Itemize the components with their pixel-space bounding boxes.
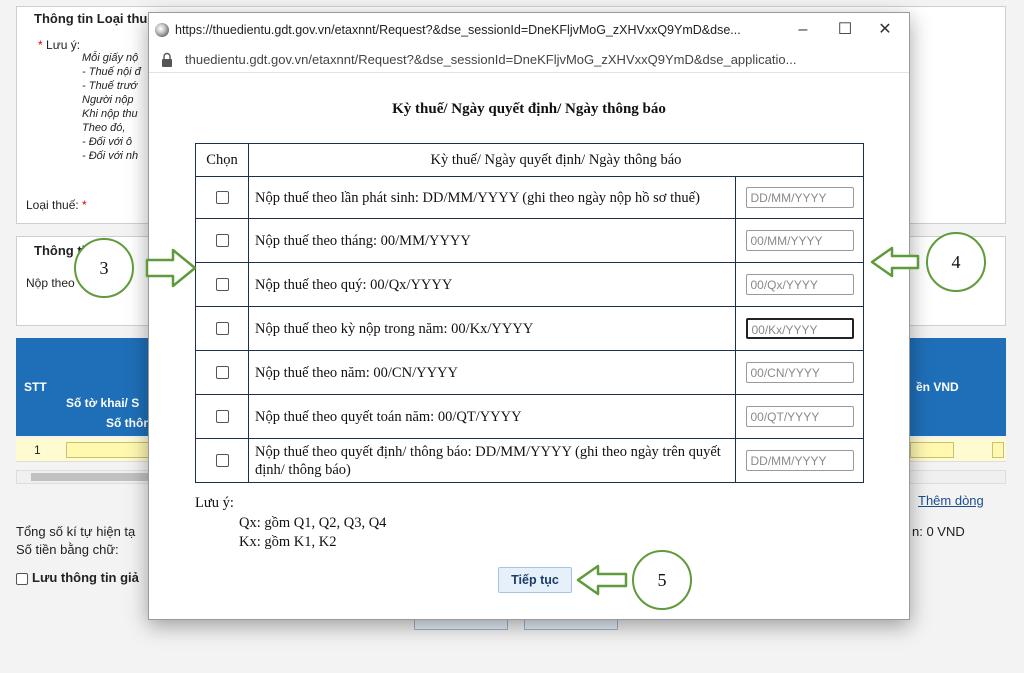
- date-input-quarterly[interactable]: 00/Qx/YYYY: [745, 274, 854, 295]
- amount-words-label: Số tiền bằng chữ:: [16, 542, 119, 557]
- grid-header-amount: ền VND: [916, 380, 959, 394]
- left-arrow-icon: [870, 246, 920, 278]
- tax-type-label: Loại thuế: *: [26, 198, 87, 212]
- close-button[interactable]: ✕: [865, 17, 905, 43]
- right-arrow-icon: [145, 248, 197, 288]
- note-kx: Kx: gồm K1, K2: [239, 534, 337, 550]
- note-line: Theo đó,: [82, 122, 126, 134]
- select-checkbox-yearly[interactable]: [215, 366, 229, 380]
- date-input-incurred[interactable]: DD/MM/YYYY: [745, 187, 854, 208]
- step-5-marker: 5: [632, 550, 692, 610]
- globe-icon: [155, 23, 169, 37]
- table-header-row: Chọn Kỳ thuế/ Ngày quyết định/ Ngày thôn…: [195, 143, 864, 177]
- period-label: Nộp thuế theo kỳ nộp trong năm: 00/Kx/YY…: [248, 306, 736, 351]
- minimize-button[interactable]: –: [783, 17, 823, 43]
- period-label: Nộp thuế theo quyết toán năm: 00/QT/YYYY: [248, 394, 736, 439]
- select-checkbox-term[interactable]: [215, 322, 229, 336]
- table-row: Nộp thuế theo tháng: 00/MM/YYYY 00/MM/YY…: [195, 218, 864, 263]
- select-checkbox-quarterly[interactable]: [215, 278, 229, 292]
- grid-header-notice: Số thôn: [106, 416, 151, 430]
- date-input-monthly[interactable]: 00/MM/YYYY: [745, 230, 854, 251]
- save-info-option[interactable]: Lưu thông tin giả: [16, 570, 139, 585]
- period-label: Nộp thuế theo tháng: 00/MM/YYYY: [248, 218, 736, 263]
- input-cell: 00/Kx/YYYY: [735, 306, 864, 351]
- note-line: Mỗi giấy nộ: [82, 52, 139, 64]
- total-chars-label: Tổng số kí tự hiện tạ: [16, 524, 136, 539]
- input-cell: DD/MM/YYYY: [735, 438, 864, 483]
- grid-header-declaration: Số tờ khai/ S: [66, 396, 140, 410]
- select-cell: [195, 350, 249, 395]
- dialog-heading: Kỳ thuế/ Ngày quyết định/ Ngày thông báo: [392, 101, 666, 117]
- table-row: Nộp thuế theo kỳ nộp trong năm: 00/Kx/YY…: [195, 306, 864, 351]
- step-3-marker: 3: [74, 238, 134, 298]
- column-header-select: Chọn: [195, 143, 249, 177]
- amount-input[interactable]: [910, 442, 954, 458]
- table-row: Nộp thuế theo lần phát sinh: DD/MM/YYYY …: [195, 176, 864, 219]
- pay-per-label: Nộp theo: [26, 276, 75, 290]
- input-cell: 00/QT/YYYY: [735, 394, 864, 439]
- period-label: Nộp thuế theo quý: 00/Qx/YYYY: [248, 262, 736, 307]
- address-bar[interactable]: thuedientu.gdt.gov.vn/etaxnnt/Request?&d…: [149, 47, 909, 73]
- lock-icon: [162, 52, 172, 67]
- date-input-decision[interactable]: DD/MM/YYYY: [745, 450, 854, 471]
- total-amount: n: 0 VND: [912, 524, 965, 539]
- note-line: - Đối với nh: [82, 150, 139, 162]
- select-cell: [195, 262, 249, 307]
- select-cell: [195, 218, 249, 263]
- step-4-marker: 4: [926, 232, 986, 292]
- select-cell: [195, 394, 249, 439]
- declaration-input[interactable]: [66, 442, 150, 458]
- note-line: - Thuế nội đ: [82, 66, 141, 78]
- note-qx: Qx: gồm Q1, Q2, Q3, Q4: [239, 515, 387, 531]
- save-info-checkbox[interactable]: [16, 572, 28, 585]
- popup-window: https://thuedientu.gdt.gov.vn/etaxnnt/Re…: [148, 12, 910, 620]
- note-line: - Đối với ô: [82, 136, 133, 148]
- maximize-button[interactable]: ☐: [825, 17, 865, 43]
- input-cell: DD/MM/YYYY: [735, 176, 864, 219]
- table-row: Nộp thuế theo năm: 00/CN/YYYY 00/CN/YYYY: [195, 350, 864, 395]
- continue-button[interactable]: Tiếp tục: [498, 567, 572, 593]
- table-row: Nộp thuế theo quyết toán năm: 00/QT/YYYY…: [195, 394, 864, 439]
- window-title: https://thuedientu.gdt.gov.vn/etaxnnt/Re…: [175, 23, 741, 37]
- select-checkbox-monthly[interactable]: [215, 234, 229, 248]
- tax-period-table: Chọn Kỳ thuế/ Ngày quyết định/ Ngày thôn…: [195, 143, 864, 483]
- date-input-yearly[interactable]: 00/CN/YYYY: [745, 362, 854, 383]
- note-line: Khi nộp thu: [82, 108, 138, 120]
- column-header-period: Kỳ thuế/ Ngày quyết định/ Ngày thông báo: [248, 143, 864, 177]
- window-titlebar[interactable]: https://thuedientu.gdt.gov.vn/etaxnnt/Re…: [149, 13, 909, 47]
- select-checkbox-settlement[interactable]: [215, 410, 229, 424]
- select-cell: [195, 306, 249, 351]
- url-text: thuedientu.gdt.gov.vn/etaxnnt/Request?&d…: [185, 52, 797, 67]
- table-row: Nộp thuế theo quyết định/ thông báo: DD/…: [195, 438, 864, 483]
- date-input-term[interactable]: 00/Kx/YYYY: [745, 318, 854, 339]
- select-checkbox-incurred[interactable]: [215, 191, 229, 205]
- note-line: - Thuế trướ: [82, 80, 138, 92]
- table-row: Nộp thuế theo quý: 00/Qx/YYYY 00/Qx/YYYY: [195, 262, 864, 307]
- date-input-settlement[interactable]: 00/QT/YYYY: [745, 406, 854, 427]
- note-line: Người nộp: [82, 94, 134, 106]
- extra-input[interactable]: [992, 442, 1004, 458]
- select-cell: [195, 438, 249, 483]
- note-label: * Lưu ý:: [38, 38, 81, 52]
- select-checkbox-decision[interactable]: [215, 454, 229, 468]
- period-label: Nộp thuế theo năm: 00/CN/YYYY: [248, 350, 736, 395]
- period-label: Nộp thuế theo lần phát sinh: DD/MM/YYYY …: [248, 176, 736, 219]
- input-cell: 00/MM/YYYY: [735, 218, 864, 263]
- add-row-link[interactable]: Thêm dòng: [918, 493, 984, 508]
- select-cell: [195, 176, 249, 219]
- tax-type-panel-title: Thông tin Loại thuế: [34, 11, 155, 26]
- input-cell: 00/Qx/YYYY: [735, 262, 864, 307]
- period-label: Nộp thuế theo quyết định/ thông báo: DD/…: [248, 438, 736, 483]
- note-title: Lưu ý:: [195, 495, 234, 511]
- input-cell: 00/CN/YYYY: [735, 350, 864, 395]
- left-arrow-icon: [576, 564, 628, 596]
- grid-header-stt: STT: [24, 380, 47, 394]
- row-number: 1: [34, 443, 41, 457]
